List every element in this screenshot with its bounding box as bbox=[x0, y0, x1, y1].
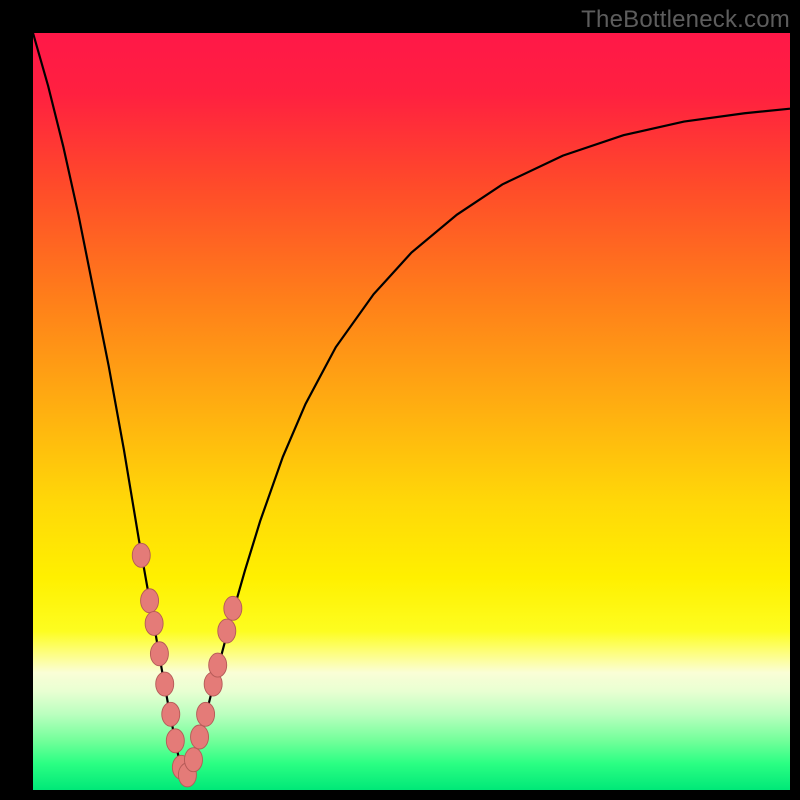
curve-marker bbox=[184, 748, 202, 772]
curve-marker bbox=[191, 725, 209, 749]
curve-marker bbox=[141, 589, 159, 613]
curve-marker bbox=[132, 543, 150, 567]
curve-markers bbox=[132, 543, 242, 787]
curve-marker bbox=[145, 611, 163, 635]
curve-marker bbox=[197, 702, 215, 726]
outer-frame: TheBottleneck.com bbox=[0, 0, 800, 800]
curve-path bbox=[33, 33, 790, 782]
curve-marker bbox=[224, 596, 242, 620]
curve-marker bbox=[156, 672, 174, 696]
plot-area bbox=[33, 33, 790, 790]
watermark-text: TheBottleneck.com bbox=[581, 6, 790, 34]
curve-marker bbox=[218, 619, 236, 643]
curve-marker bbox=[150, 642, 168, 666]
bottleneck-curve bbox=[33, 33, 790, 790]
curve-marker bbox=[209, 653, 227, 677]
curve-marker bbox=[162, 702, 180, 726]
curve-marker bbox=[166, 729, 184, 753]
